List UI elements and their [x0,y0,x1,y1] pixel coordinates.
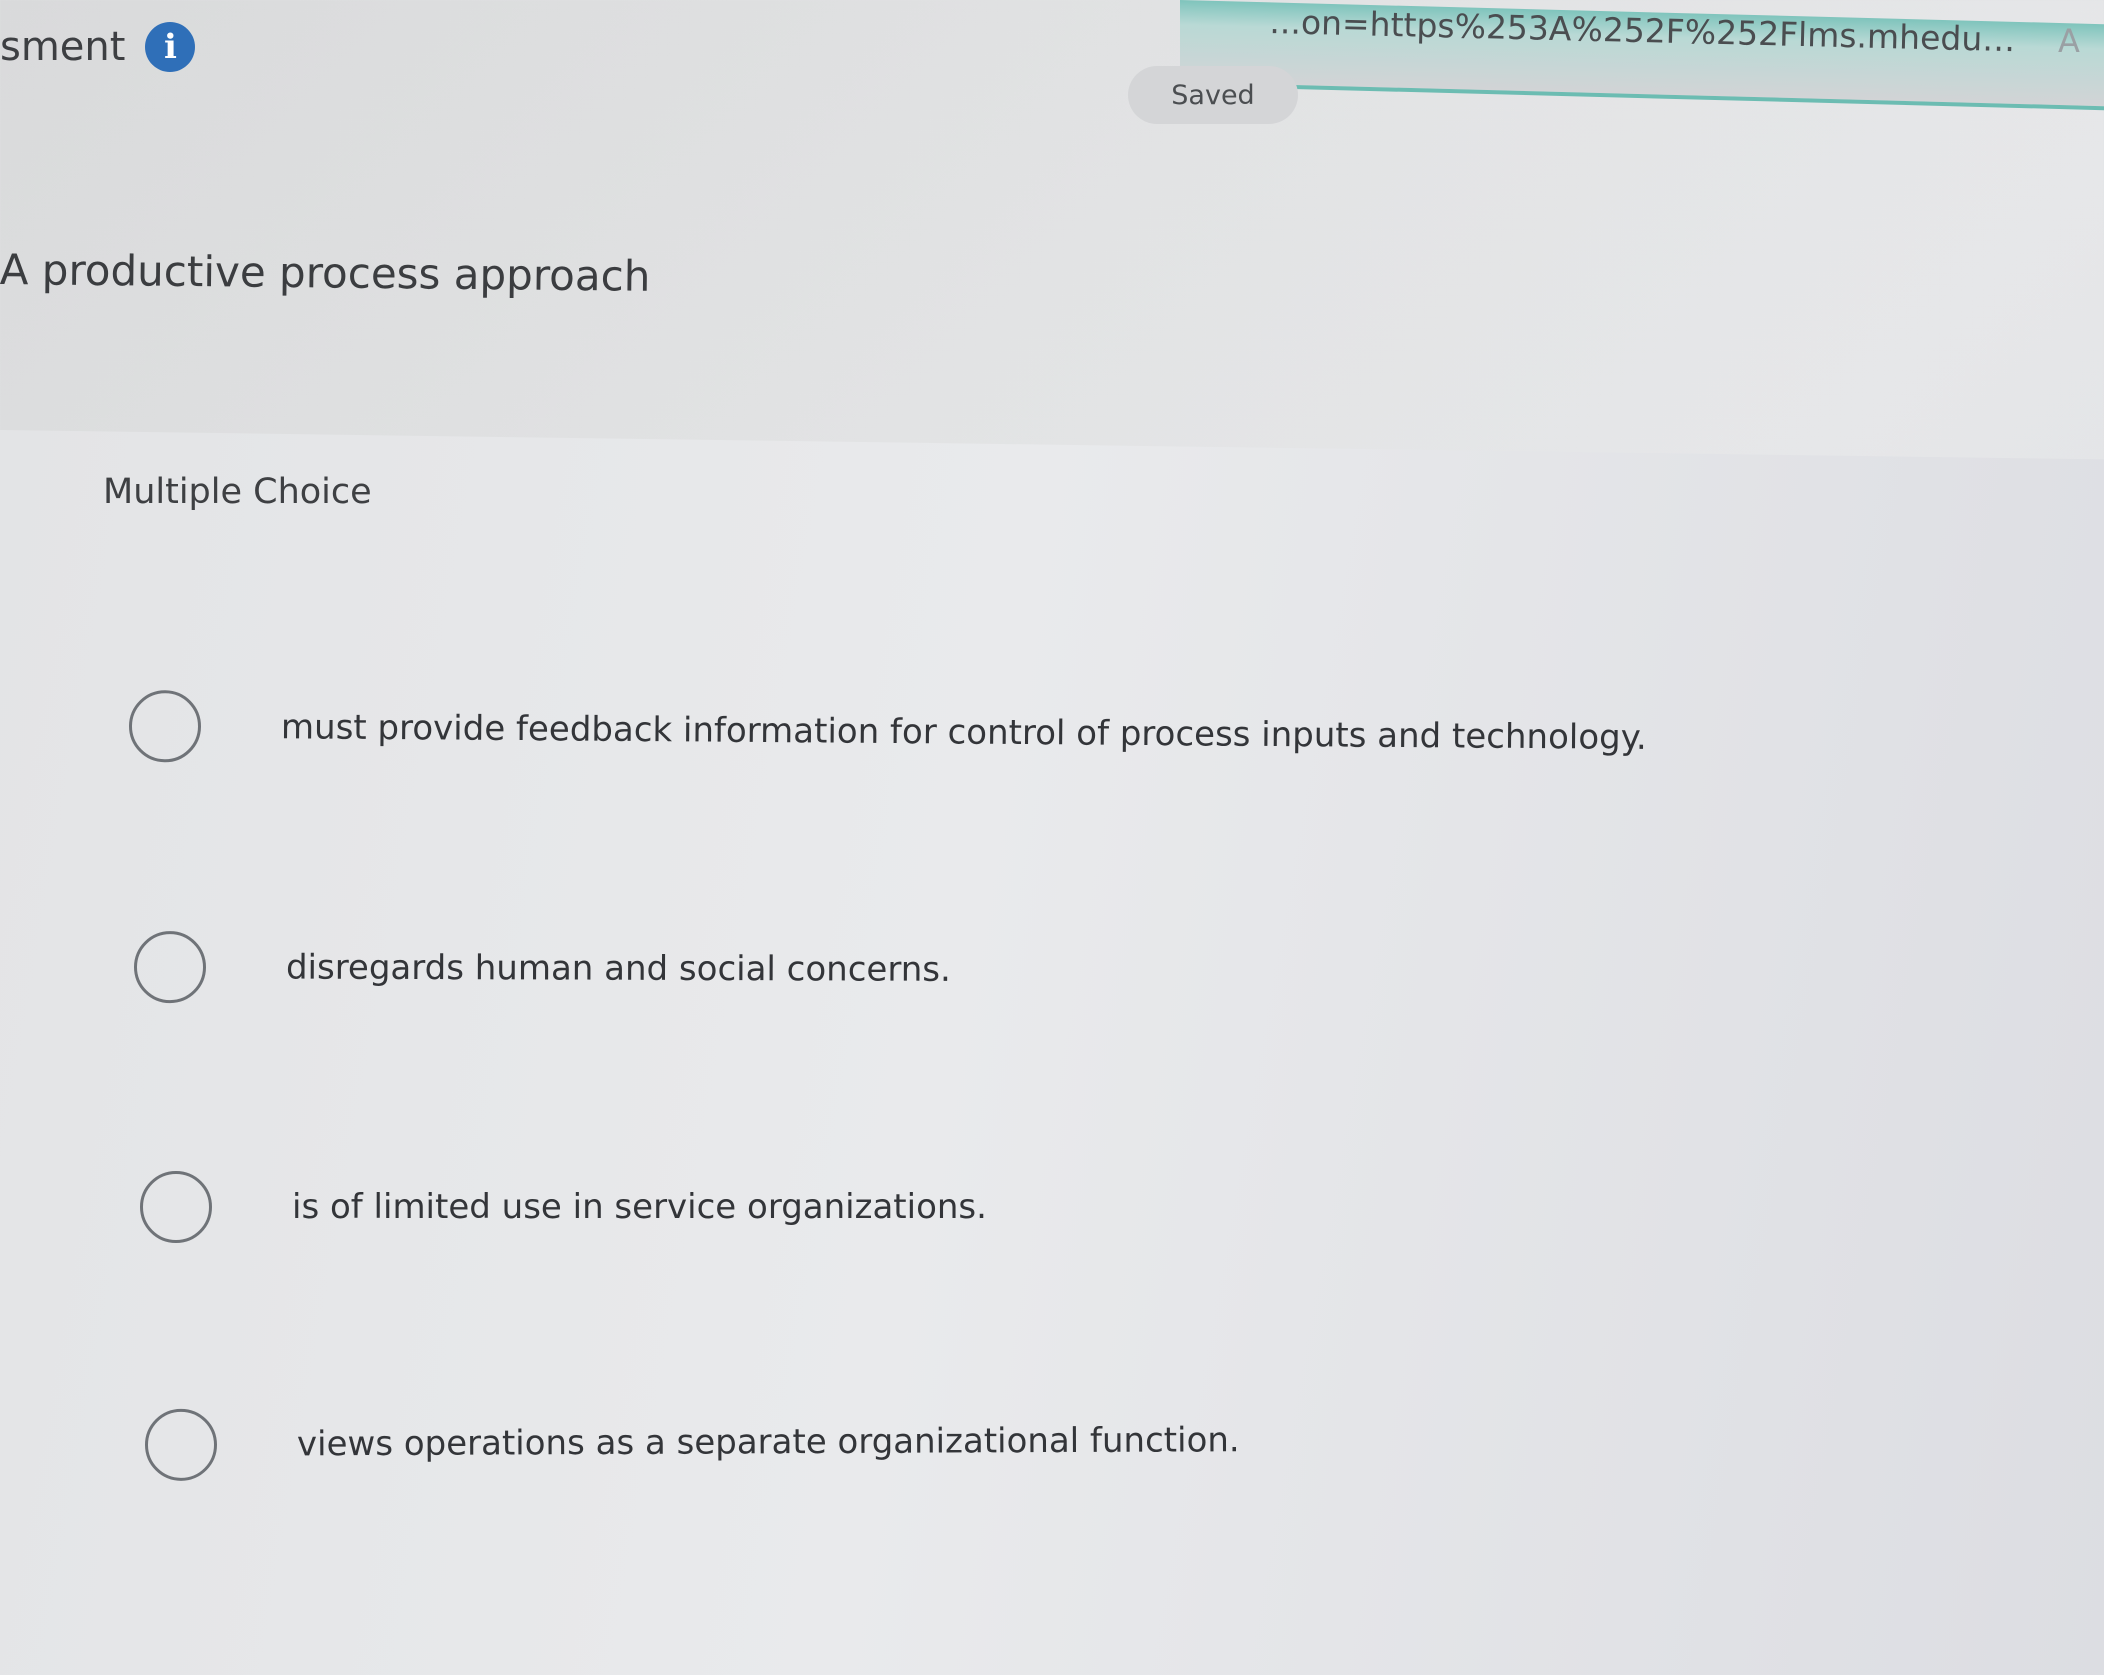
answer-panel [0,430,2104,1675]
answer-option-4[interactable]: views operations as a separate organizat… [144,1404,1240,1481]
page-title-text: sment [0,24,126,70]
saved-status-badge: Saved [1128,66,1298,124]
answer-option-1[interactable]: must provide feedback information for co… [128,690,1647,774]
page-title: sment i [0,22,196,72]
answer-option-label-4[interactable]: views operations as a separate organizat… [297,1420,1240,1464]
radio-button-4[interactable] [144,1408,218,1481]
radio-button-3[interactable] [140,1171,212,1243]
answer-option-label-2[interactable]: disregards human and social concerns. [286,948,951,990]
reader-mode-icon[interactable]: A [2058,22,2080,60]
question-type-label: Multiple Choice [103,472,372,512]
question-prompt: A productive process approach [0,245,651,301]
answer-option-label-3[interactable]: is of limited use in service organizatio… [292,1187,987,1227]
radio-button-2[interactable] [133,931,207,1004]
answer-option-label-1[interactable]: must provide feedback information for co… [281,707,1647,758]
radio-button-1[interactable] [128,690,202,763]
answer-option-2[interactable]: disregards human and social concerns. [133,931,951,1006]
answer-option-3[interactable]: is of limited use in service organizatio… [140,1171,987,1243]
info-icon[interactable]: i [145,22,196,72]
